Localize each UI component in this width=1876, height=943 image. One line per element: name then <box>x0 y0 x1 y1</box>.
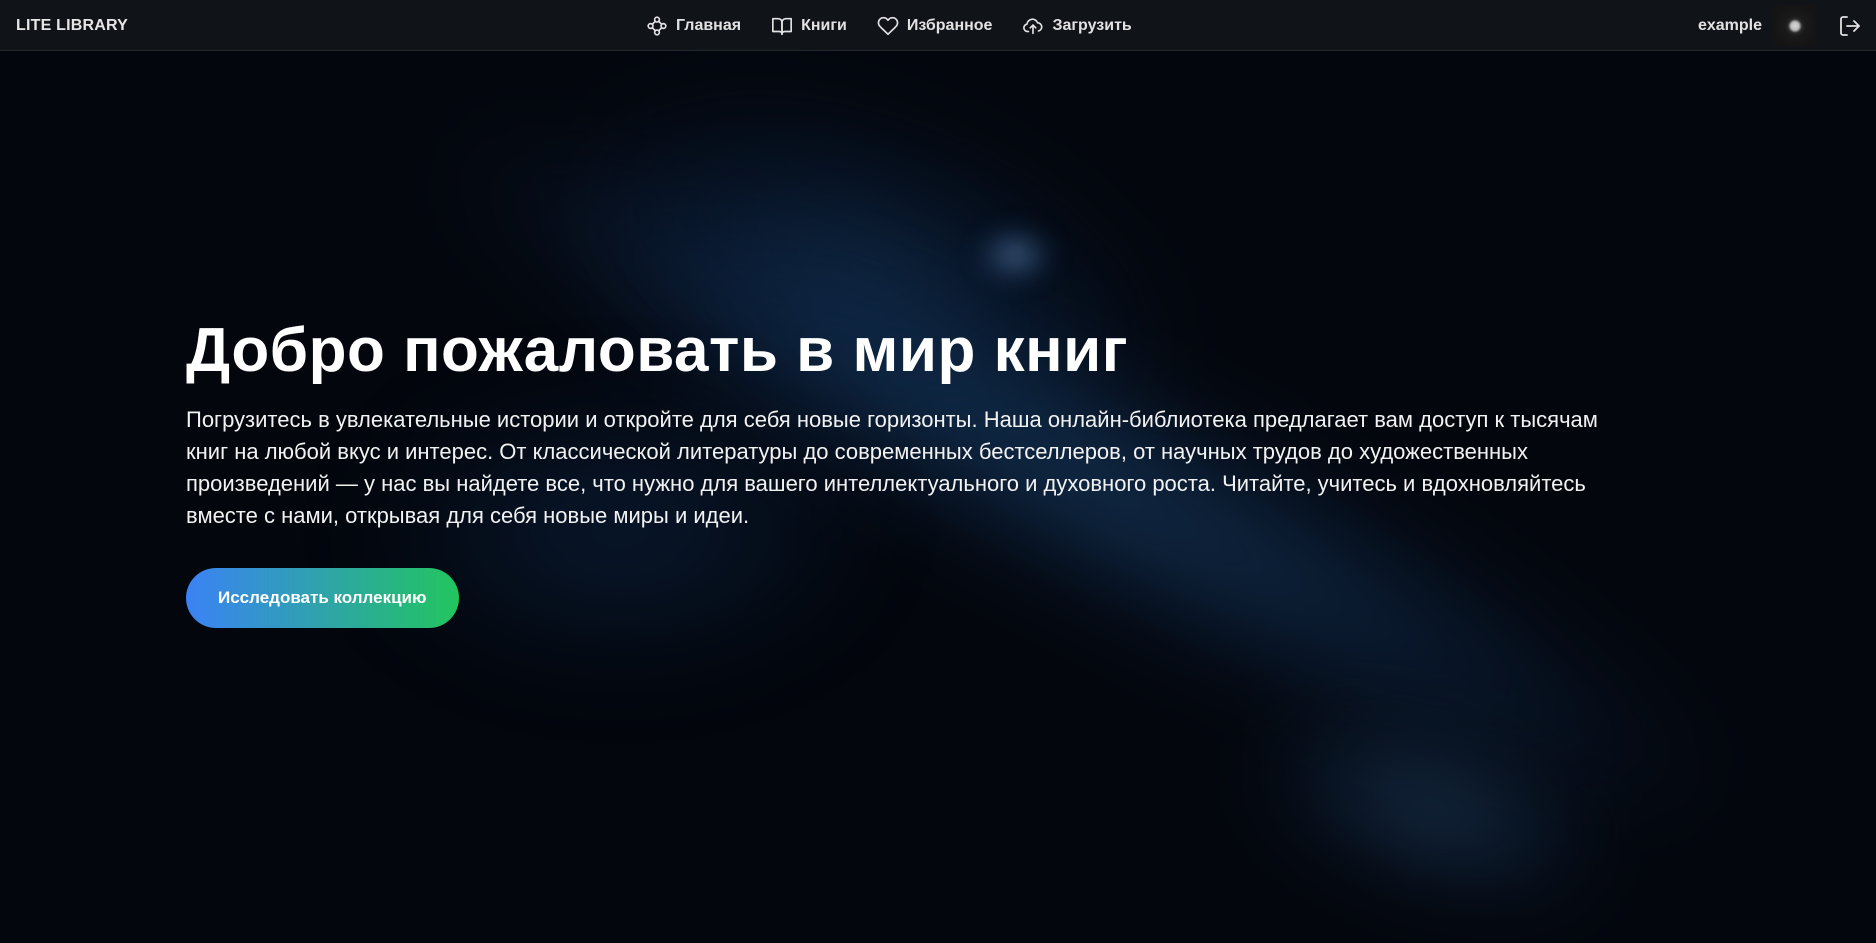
nav-item-label: Главная <box>676 16 742 34</box>
site-logo[interactable]: LITE LIBRARY <box>16 0 128 51</box>
nav-item-label: Загрузить <box>1052 16 1132 34</box>
logout-button[interactable] <box>1838 14 1862 38</box>
logout-icon <box>1838 14 1862 38</box>
explore-collection-button[interactable]: Исследовать коллекцию <box>186 568 459 628</box>
hero-title: Добро пожаловать в мир книг <box>186 316 1129 385</box>
username[interactable]: example <box>1698 17 1762 35</box>
avatar[interactable] <box>1774 4 1816 47</box>
nodes-icon <box>646 15 668 37</box>
nav-item-label: Книги <box>801 16 847 34</box>
page: LITE LIBRARY Главная Книги Избранное Заг… <box>0 0 1876 943</box>
nav-item-books[interactable]: Книги <box>771 15 847 37</box>
open-book-icon <box>771 15 793 37</box>
user-area: example <box>1698 0 1876 51</box>
hero-section: Добро пожаловать в мир книг Погрузитесь … <box>186 312 1646 628</box>
hero-description: Погрузитесь в увлекательные истории и от… <box>186 407 1598 528</box>
cloud-upload-icon <box>1022 15 1044 37</box>
top-navbar: LITE LIBRARY Главная Книги Избранное Заг… <box>0 0 1876 51</box>
main-nav: Главная Книги Избранное Загрузить <box>646 0 1132 51</box>
nav-item-upload[interactable]: Загрузить <box>1022 15 1132 37</box>
nav-item-home[interactable]: Главная <box>646 15 741 37</box>
heart-icon <box>877 15 899 37</box>
nav-item-favorites[interactable]: Избранное <box>877 15 993 37</box>
background-star <box>975 225 1055 285</box>
nav-item-label: Избранное <box>906 16 993 34</box>
